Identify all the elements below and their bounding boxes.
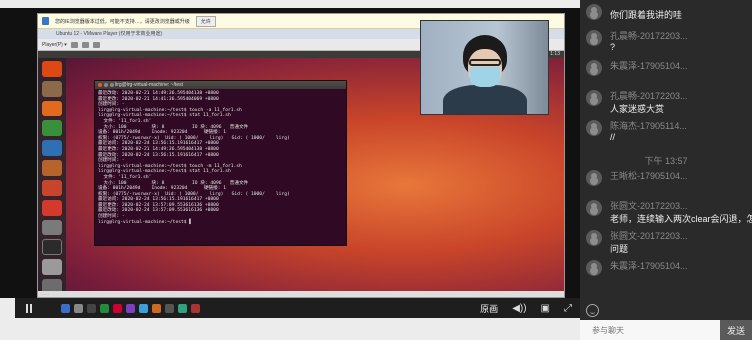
chat-sender-name: 孔晨畅-20172203... xyxy=(610,31,688,41)
chat-message-text: 老师，连续输入两次clear会闪退，怎么办 xyxy=(610,214,752,224)
files-icon[interactable] xyxy=(42,80,62,97)
chat-message: 王晰松-17905104... xyxy=(580,166,752,194)
chat-input-row: 发送 xyxy=(580,320,752,340)
quality-button[interactable]: 原画 xyxy=(480,302,498,315)
chat-message: 张圆文-20172203... 问题 xyxy=(580,226,752,254)
user-avatar-icon xyxy=(586,230,602,246)
send-button[interactable]: 发送 xyxy=(720,320,752,340)
user-avatar-icon xyxy=(586,170,602,186)
chat-message-text: 人家迷惑大赏 xyxy=(610,104,665,114)
vm-statusbar: …… xyxy=(38,291,564,297)
teacher-webcam xyxy=(420,20,549,115)
vm-player-menu[interactable]: Player(P) ▾ xyxy=(42,42,67,48)
chat-time-divider: 下午 13:57 xyxy=(644,156,688,166)
video-left-border xyxy=(0,8,15,298)
danmaku-icon[interactable]: ▣ xyxy=(541,303,550,314)
ie-allow-button[interactable]: 允许 xyxy=(195,15,216,27)
chat-message: 陈海杰-17905114...// xyxy=(580,116,752,144)
chat-message: 朱震泽-17905104... xyxy=(580,56,752,84)
shield-icon xyxy=(42,17,49,25)
maximize-icon[interactable] xyxy=(110,83,114,87)
video-stream[interactable]: 您的IE浏览器版本过低，可能不支持…，请更改浏览器或升级 允许 Ubuntu 1… xyxy=(15,8,580,298)
chat-sender-name: 张圆文-20172203... xyxy=(610,201,688,211)
chat-sender-name: 陈海杰-17905114... xyxy=(610,121,687,131)
taskbar-app-icon xyxy=(100,303,109,313)
spreadsheet-icon[interactable] xyxy=(42,120,62,137)
chat-sender-name: 孔晨畅-20172203... xyxy=(610,91,688,101)
host-taskbar xyxy=(61,303,200,313)
close-icon[interactable] xyxy=(98,83,102,87)
emoji-icon[interactable] xyxy=(586,303,599,317)
user-avatar-icon xyxy=(586,4,602,20)
chat-toolbar xyxy=(580,300,752,320)
taskbar-app-icon xyxy=(178,303,187,313)
firefox-icon[interactable] xyxy=(42,100,62,117)
settings-icon[interactable] xyxy=(42,219,62,236)
pause-vm-icon[interactable] xyxy=(70,41,78,48)
page-bottom-area xyxy=(0,318,580,340)
chat-message-text: ? xyxy=(610,42,616,52)
ubuntu-launcher xyxy=(38,58,66,295)
chat-sender-name: 朱震泽-17905104... xyxy=(610,261,688,271)
chat-message-text: // xyxy=(610,132,616,142)
fullscreen-icon[interactable]: ⤢ xyxy=(564,303,572,314)
pause-button[interactable] xyxy=(23,302,35,314)
user-avatar-icon xyxy=(586,30,602,46)
taskbar-app-icon xyxy=(113,303,122,313)
chat-sender-name: 王晰松-17905104... xyxy=(610,171,688,181)
taskbar-app-icon xyxy=(152,303,161,313)
chat-sender-name: 朱震泽-17905104... xyxy=(610,61,688,71)
terminal-app-icon[interactable] xyxy=(42,239,62,256)
taskbar-app-icon xyxy=(139,303,148,313)
user-avatar-icon xyxy=(586,90,602,106)
send-keys-icon[interactable] xyxy=(81,41,89,48)
chat-message: 张圆文-20172203... 老师，连续输入两次clear会闪退，怎么办 xyxy=(580,196,752,224)
taskbar-app-icon xyxy=(191,303,200,313)
taskbar-app-icon xyxy=(165,303,174,313)
chat-panel: 你们跟着我讲的哇 孔晨畅-20172203...? 朱震泽-17905104... 孔… xyxy=(580,0,752,340)
terminal-line: lirg@lrg-virtual-machine:~/test$ ▌ xyxy=(98,219,193,225)
chat-message-text: 问题 xyxy=(610,244,629,254)
workspace-icon[interactable] xyxy=(42,259,62,276)
writer-icon[interactable] xyxy=(42,140,62,157)
user-avatar-icon xyxy=(586,200,602,216)
terminal-window[interactable]: lirg@lrg-virtual-machine: ~/test 最近改动: 2… xyxy=(94,80,347,246)
taskbar-app-icon xyxy=(61,303,70,313)
impress-icon[interactable] xyxy=(42,160,62,176)
dash-icon[interactable] xyxy=(42,61,62,77)
chat-input[interactable] xyxy=(580,320,720,340)
software-center-icon[interactable] xyxy=(42,179,62,196)
minimize-icon[interactable] xyxy=(104,83,108,87)
chat-message-text: 你们跟着我讲的哇 xyxy=(610,10,683,20)
chat-message: 孔晨畅-20172203... 人家迷惑大赏 xyxy=(580,86,752,114)
fullscreen-vm-icon[interactable] xyxy=(92,41,100,48)
terminal-title: lirg@lrg-virtual-machine: ~/test xyxy=(115,82,184,88)
video-controls: 原画 ◀)) ▣ ⤢ xyxy=(15,298,580,318)
terminal-output: 最近改动: 2020-02-21 14:49:36.595404138 +080… xyxy=(95,89,346,227)
user-avatar-icon xyxy=(586,120,602,136)
terminal-titlebar: lirg@lrg-virtual-machine: ~/test xyxy=(95,81,346,89)
chat-message-list[interactable]: 你们跟着我讲的哇 孔晨畅-20172203...? 朱震泽-17905104... 孔… xyxy=(580,0,752,300)
taskbar-app-icon xyxy=(74,303,83,313)
chat-message: 孔晨畅-20172203...? xyxy=(580,26,752,54)
taskbar-app-icon xyxy=(87,303,96,313)
ubuntu-one-icon[interactable] xyxy=(42,199,62,216)
chat-sender-name: 张圆文-20172203... xyxy=(610,231,688,241)
chat-message: 朱震泽-17905104... xyxy=(580,256,752,284)
user-avatar-icon xyxy=(586,260,602,276)
ie-warning-text: 您的IE浏览器版本过低，可能不支持…，请更改浏览器或升级 xyxy=(55,18,190,25)
volume-icon[interactable]: ◀)) xyxy=(512,303,526,314)
taskbar-app-icon xyxy=(126,303,135,313)
live-classroom-screen: 您的IE浏览器版本过低，可能不支持…，请更改浏览器或升级 允许 Ubuntu 1… xyxy=(0,0,752,340)
user-avatar-icon xyxy=(586,60,602,76)
